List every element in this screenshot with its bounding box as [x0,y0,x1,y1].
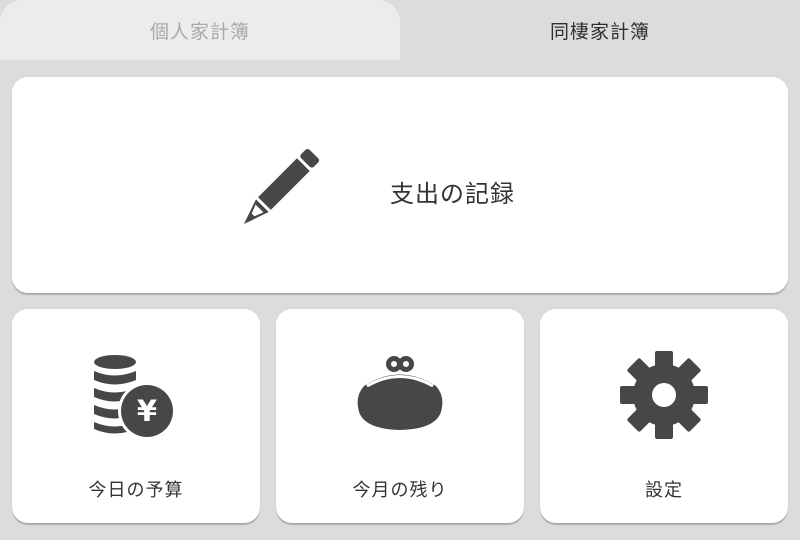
record-expense-label: 支出の記録 [390,180,515,208]
coin-purse-icon [357,356,443,430]
pencil-icon [243,148,320,225]
tab-personal-budget-label: 個人家計簿 [149,20,250,43]
today-budget-label: 今日の予算 [88,480,184,501]
tab-shared-budget-label: 同棲家計簿 [549,20,650,43]
tab-shared-budget[interactable]: 同棲家計簿 [400,0,800,60]
today-budget-button[interactable]: ¥ 今日の予算 [12,309,260,523]
settings-label: 設定 [645,480,683,501]
coins-yen-icon: ¥ [94,355,176,437]
tab-personal-budget[interactable]: 個人家計簿 [0,0,400,60]
settings-button[interactable]: 設定 [540,309,788,523]
tab-bar: 個人家計簿 同棲家計簿 [0,0,800,60]
month-remaining-button[interactable]: 今月の残り [276,309,524,523]
month-remaining-label: 今月の残り [352,480,448,501]
yen-symbol: ¥ [137,394,157,428]
gear-icon [620,351,708,439]
